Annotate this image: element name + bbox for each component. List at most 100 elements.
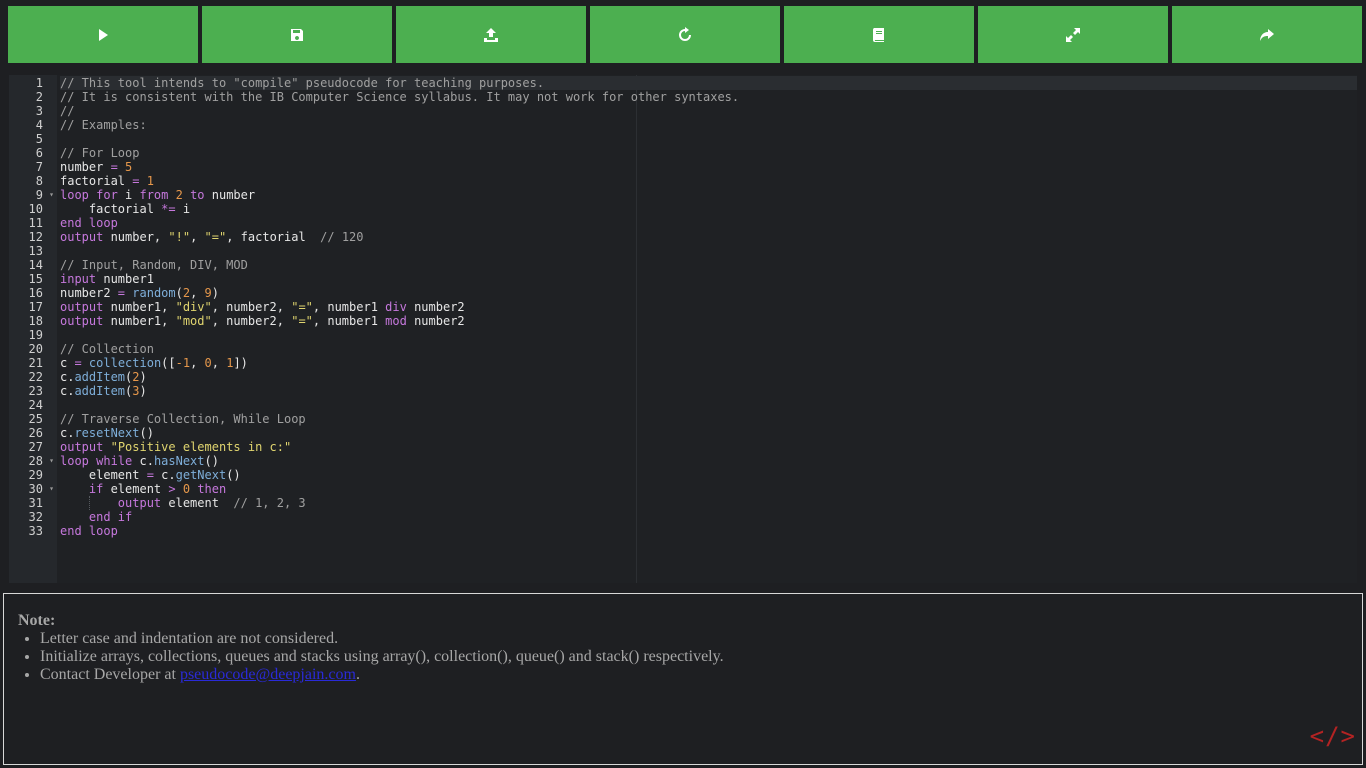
code-token: //: [60, 104, 75, 118]
line-number-text: 20: [28, 342, 43, 356]
line-number-text: 32: [28, 510, 43, 524]
code-token: , number2,: [211, 314, 292, 328]
code-line[interactable]: output element // 1, 2, 3: [60, 496, 1357, 510]
code-line[interactable]: output number, "!", "=", factorial // 12…: [60, 230, 1357, 244]
line-number: 26: [9, 426, 57, 440]
code-line[interactable]: // Collection: [60, 342, 1357, 356]
code-line[interactable]: // Input, Random, DIV, MOD: [60, 258, 1357, 272]
line-number: 16: [9, 286, 57, 300]
line-number: 33: [9, 524, 57, 538]
line-number: 23: [9, 384, 57, 398]
code-token: =: [117, 286, 126, 300]
code-token: end if: [60, 510, 133, 524]
line-number-text: 27: [28, 440, 43, 454]
line-number: 11: [9, 216, 57, 230]
code-line[interactable]: end loop: [60, 216, 1357, 230]
code-line[interactable]: number2 = random(2, 9): [60, 286, 1357, 300]
code-line[interactable]: c.addItem(3): [60, 384, 1357, 398]
code-editor[interactable]: 1 2 3 4 5 6 7 8 9 ▾ 10 11 12 13 14 15 16 17 18 19 20 21 22 23 24…: [9, 75, 1357, 583]
code-line[interactable]: end loop: [60, 524, 1357, 538]
code-line[interactable]: factorial = 1: [60, 174, 1357, 188]
note-item: Letter case and indentation are not cons…: [40, 630, 1348, 648]
code-line[interactable]: [60, 244, 1357, 258]
code-token: 2: [168, 188, 183, 202]
reset-button[interactable]: [590, 6, 780, 63]
code-line[interactable]: output number1, "div", number2, "=", num…: [60, 300, 1357, 314]
indent-guide: [88, 496, 90, 510]
code-token: getNext: [175, 468, 227, 482]
note-item: Initialize arrays, collections, queues a…: [40, 648, 1348, 666]
code-token: resetNext: [74, 426, 140, 440]
code-line[interactable]: output "Positive elements in c:": [60, 440, 1357, 454]
fullscreen-button[interactable]: [978, 6, 1168, 63]
docs-button[interactable]: [784, 6, 974, 63]
fold-toggle-icon[interactable]: ▾: [49, 454, 54, 468]
code-line[interactable]: [60, 328, 1357, 342]
line-number: 10: [9, 202, 57, 216]
code-line[interactable]: //: [60, 104, 1357, 118]
line-number: 29: [9, 468, 57, 482]
line-number: 6: [9, 146, 57, 160]
line-number-text: 5: [35, 132, 43, 146]
code-line[interactable]: // It is consistent with the IB Computer…: [60, 90, 1357, 104]
code-line[interactable]: c.addItem(2): [60, 370, 1357, 384]
play-icon: [99, 28, 108, 41]
code-line[interactable]: element = c.getNext(): [60, 468, 1357, 482]
code-token: addItem: [74, 370, 126, 384]
code-token: number1,: [103, 314, 176, 328]
code-token: // Examples:: [60, 118, 147, 132]
code-token: (): [139, 426, 154, 440]
refresh-icon: [679, 26, 691, 41]
code-token: div: [385, 300, 407, 314]
code-token: factorial: [60, 174, 133, 188]
line-number-text: 4: [35, 118, 43, 132]
line-number-text: 21: [28, 356, 43, 370]
code-token: "mod": [175, 314, 212, 328]
save-button[interactable]: [202, 6, 392, 63]
fold-toggle-icon[interactable]: ▾: [49, 188, 54, 202]
code-token: number2: [406, 300, 465, 314]
upload-button[interactable]: [396, 6, 586, 63]
code-line[interactable]: input number1: [60, 272, 1357, 286]
code-line[interactable]: c = collection([-1, 0, 1]): [60, 356, 1357, 370]
code-token: (): [204, 454, 219, 468]
code-line[interactable]: [60, 132, 1357, 146]
code-token: c: [60, 356, 75, 370]
line-number: 2: [9, 90, 57, 104]
code-token: random: [132, 286, 176, 300]
code-line[interactable]: [60, 398, 1357, 412]
code-line[interactable]: factorial *= i: [60, 202, 1357, 216]
line-number-text: 22: [28, 370, 43, 384]
code-token: // Input, Random, DIV, MOD: [60, 258, 248, 272]
code-line[interactable]: // Examples:: [60, 118, 1357, 132]
contact-email-link[interactable]: pseudocode@deepjain.com: [180, 666, 356, 683]
code-token: output: [60, 300, 104, 314]
code-token: end loop: [60, 524, 118, 538]
code-line[interactable]: // Traverse Collection, While Loop: [60, 412, 1357, 426]
line-number: 17: [9, 300, 57, 314]
code-line[interactable]: output number1, "mod", number2, "=", num…: [60, 314, 1357, 328]
code-line[interactable]: if element > 0 then: [60, 482, 1357, 496]
fold-toggle-icon[interactable]: ▾: [49, 482, 54, 496]
code-line[interactable]: loop for i from 2 to number: [60, 188, 1357, 202]
code-token: 2: [132, 370, 140, 384]
code-line[interactable]: // This tool intends to "compile" pseudo…: [60, 76, 1357, 90]
line-number: 27: [9, 440, 57, 454]
line-number: 15: [9, 272, 57, 286]
code-line[interactable]: // For Loop: [60, 146, 1357, 160]
code-line[interactable]: number = 5: [60, 160, 1357, 174]
code-token: number2: [406, 314, 465, 328]
run-button[interactable]: [8, 6, 198, 63]
share-button[interactable]: [1172, 6, 1362, 63]
code-token: =: [146, 468, 154, 482]
code-token: =: [110, 160, 118, 174]
code-line[interactable]: end if: [60, 510, 1357, 524]
code-line[interactable]: c.resetNext(): [60, 426, 1357, 440]
code-token: "!": [168, 230, 191, 244]
code-line[interactable]: loop while c.hasNext(): [60, 454, 1357, 468]
line-number-text: 1: [35, 76, 43, 90]
line-number-text: 14: [28, 258, 43, 272]
code-token: // This tool intends to "compile" pseudo…: [60, 76, 545, 90]
code-area[interactable]: // This tool intends to "compile" pseudo…: [57, 75, 1357, 583]
